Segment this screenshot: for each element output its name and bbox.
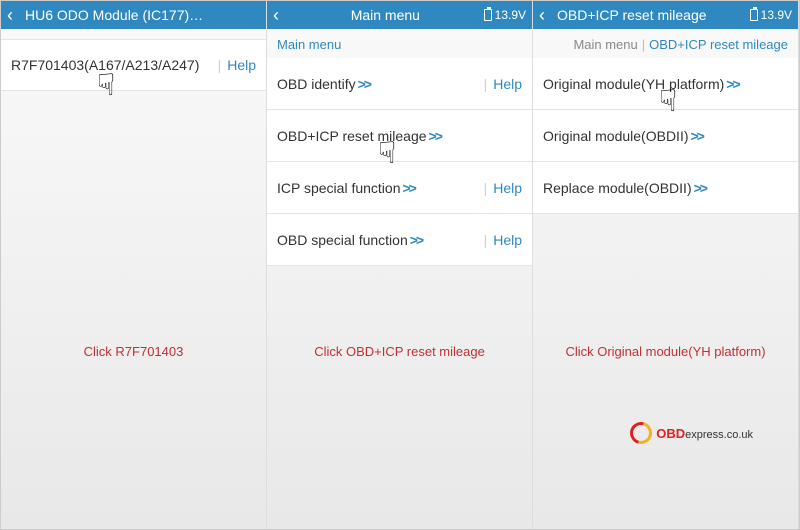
- menu-label: Original module(YH platform) >>: [543, 76, 788, 92]
- battery-icon: [484, 9, 492, 21]
- logo-text-3: .co.uk: [724, 429, 753, 441]
- help-link[interactable]: Help: [493, 232, 522, 248]
- menu-item-obd-icp-reset[interactable]: OBD+ICP reset mileage >> ☟: [267, 110, 532, 162]
- back-icon[interactable]: ‹: [273, 6, 287, 24]
- breadcrumb-root[interactable]: Main menu: [573, 37, 637, 52]
- panel-reset-mileage: ‹ OBD+ICP reset mileage 13.9V Main menu …: [533, 1, 799, 529]
- menu-label: OBD identify >>: [277, 76, 478, 92]
- menu-label: ICP special function >>: [277, 180, 478, 196]
- breadcrumb: Main menu: [267, 29, 532, 58]
- breadcrumb: Main menu | OBD+ICP reset mileage: [533, 29, 798, 58]
- logo-ring-icon: [626, 418, 656, 448]
- help-link[interactable]: Help: [227, 57, 256, 73]
- voltage-indicator: 13.9V: [750, 8, 792, 22]
- title: HU6 ODO Module (IC177)…: [25, 7, 260, 23]
- back-icon[interactable]: ‹: [539, 6, 553, 24]
- menu-item-original-yh[interactable]: Original module(YH platform) >> ☟: [533, 58, 798, 110]
- caption: Click R7F701403: [1, 344, 266, 359]
- chevron-right-icon: >>: [358, 76, 370, 92]
- menu-label: OBD+ICP reset mileage >>: [277, 128, 522, 144]
- divider: |: [484, 232, 488, 248]
- help-link[interactable]: Help: [493, 180, 522, 196]
- divider: |: [642, 37, 645, 52]
- voltage-value: 13.9V: [761, 8, 792, 22]
- divider: |: [484, 180, 488, 196]
- titlebar: ‹ HU6 ODO Module (IC177)…: [1, 1, 266, 29]
- voltage-indicator: 13.9V: [484, 8, 526, 22]
- menu-item-obd-identify[interactable]: OBD identify >> | Help: [267, 58, 532, 110]
- menu-item-replace-obd2[interactable]: Replace module(OBDII) >>: [533, 162, 798, 214]
- title: Main menu: [291, 7, 480, 23]
- menu-label: OBD special function >>: [277, 232, 478, 248]
- menu-label: Replace module(OBDII) >>: [543, 180, 788, 196]
- menu-item-obd-special[interactable]: OBD special function >> | Help: [267, 214, 532, 266]
- module-row[interactable]: R7F701403(A167/A213/A247) | Help ☟: [1, 39, 266, 91]
- panel-main-menu: ‹ Main menu 13.9V Main menu OBD identify…: [267, 1, 533, 529]
- back-icon[interactable]: ‹: [7, 6, 21, 24]
- pointer-icon: ☟: [97, 68, 115, 103]
- panel-module-select: ‹ HU6 ODO Module (IC177)… R7F701403(A167…: [1, 1, 267, 529]
- chevron-right-icon: >>: [402, 180, 414, 196]
- help-link[interactable]: Help: [493, 76, 522, 92]
- title: OBD+ICP reset mileage: [557, 7, 746, 23]
- titlebar: ‹ OBD+ICP reset mileage 13.9V: [533, 1, 798, 29]
- chevron-right-icon: >>: [726, 76, 738, 92]
- titlebar: ‹ Main menu 13.9V: [267, 1, 532, 29]
- menu-item-original-obd2[interactable]: Original module(OBDII) >>: [533, 110, 798, 162]
- logo: OBDexpress.co.uk: [630, 422, 753, 444]
- breadcrumb-active: OBD+ICP reset mileage: [649, 37, 788, 52]
- caption: Click Original module(YH platform): [533, 344, 798, 359]
- module-label: R7F701403(A167/A213/A247): [11, 57, 212, 73]
- logo-text-1: OBD: [656, 426, 685, 441]
- menu-item-icp-special[interactable]: ICP special function >> | Help: [267, 162, 532, 214]
- battery-icon: [750, 9, 758, 21]
- divider: |: [484, 76, 488, 92]
- menu-label: Original module(OBDII) >>: [543, 128, 788, 144]
- chevron-right-icon: >>: [691, 128, 703, 144]
- chevron-right-icon: >>: [694, 180, 706, 196]
- chevron-right-icon: >>: [410, 232, 422, 248]
- breadcrumb-root[interactable]: Main menu: [277, 37, 341, 52]
- caption: Click OBD+ICP reset mileage: [267, 344, 532, 359]
- logo-text-2: express: [685, 429, 724, 441]
- chevron-right-icon: >>: [429, 128, 441, 144]
- voltage-value: 13.9V: [495, 8, 526, 22]
- divider: |: [218, 57, 222, 73]
